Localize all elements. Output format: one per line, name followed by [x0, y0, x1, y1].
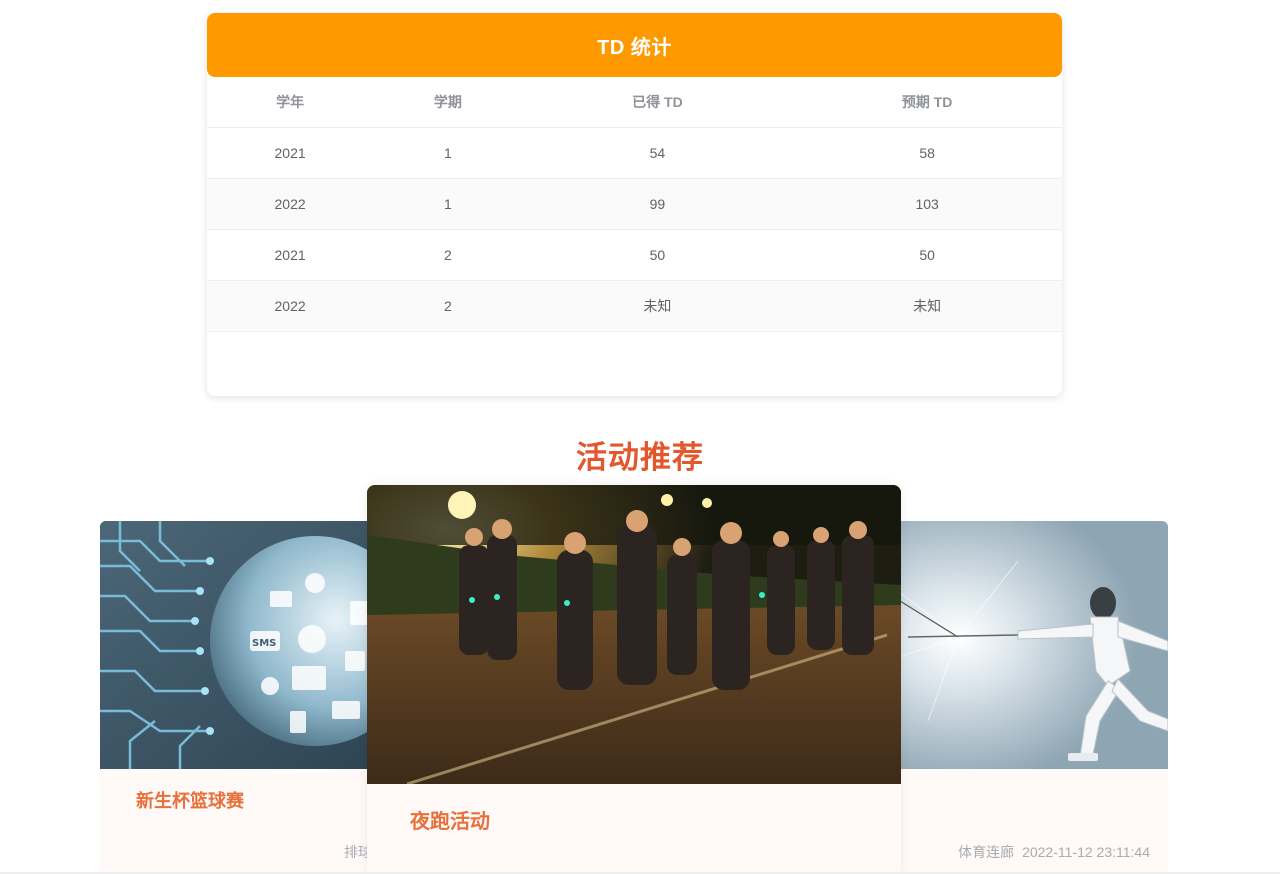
cell-term: 1	[373, 178, 523, 230]
circuit-globe-image: SMS	[100, 521, 400, 769]
cell-term: 2	[373, 229, 523, 281]
cell-earned-td: 99	[522, 178, 793, 230]
recommendations-title: 活动推荐	[576, 440, 704, 475]
cell-year: 2021	[207, 229, 374, 281]
column-header-year: 学年	[207, 77, 374, 128]
cell-expected-td: 50	[792, 229, 1062, 281]
activity-card-title[interactable]: 新生杯篮球赛	[136, 787, 244, 813]
cell-year: 2021	[207, 127, 374, 179]
activity-card-basketball[interactable]: SMS 新生杯篮球赛 排球	[100, 521, 400, 874]
activity-card-fencing[interactable]: 体育连廊 2022-11-12 23:11:44	[868, 521, 1168, 874]
activity-card-time: 2022-11-12 23:11:44	[1022, 844, 1150, 860]
column-header-earned-td: 已得 TD	[522, 77, 793, 128]
activity-card-title[interactable]: 夜跑活动	[410, 805, 490, 834]
cell-expected-td: 58	[792, 127, 1062, 179]
td-stats-card: TD 统计 学年 学期 已得 TD 预期 TD 2021 1 54 58 202…	[207, 13, 1062, 396]
td-stats-table: 学年 学期 已得 TD 预期 TD 2021 1 54 58 2022 1 99…	[207, 77, 1062, 332]
cell-earned-td: 未知	[522, 280, 793, 332]
column-header-term: 学期	[373, 77, 523, 128]
cell-term: 2	[373, 280, 523, 332]
activity-card-meta: 体育连廊 2022-11-12 23:11:44	[958, 842, 1150, 862]
cell-earned-td: 50	[522, 229, 793, 281]
cell-year: 2022	[207, 178, 374, 230]
svg-text:SMS: SMS	[252, 638, 276, 649]
table-row: 2021 2 50 50	[207, 229, 1062, 281]
td-stats-title: TD 统计	[207, 13, 1062, 77]
cell-term: 1	[373, 127, 523, 179]
column-header-expected-td: 预期 TD	[792, 77, 1062, 128]
table-header-row: 学年 学期 已得 TD 预期 TD	[207, 77, 1062, 128]
fencing-photo	[868, 521, 1168, 769]
table-row: 2021 1 54 58	[207, 127, 1062, 179]
activity-card-location: 体育连廊	[958, 844, 1015, 860]
cell-expected-td: 103	[792, 178, 1062, 230]
cell-expected-td: 未知	[792, 280, 1062, 332]
night-run-photo	[367, 485, 901, 786]
table-row: 2022 1 99 103	[207, 178, 1062, 230]
cell-year: 2022	[207, 280, 374, 332]
cell-earned-td: 54	[522, 127, 793, 179]
activity-card-night-run[interactable]: 夜跑活动	[367, 485, 901, 874]
table-row: 2022 2 未知 未知	[207, 280, 1062, 332]
